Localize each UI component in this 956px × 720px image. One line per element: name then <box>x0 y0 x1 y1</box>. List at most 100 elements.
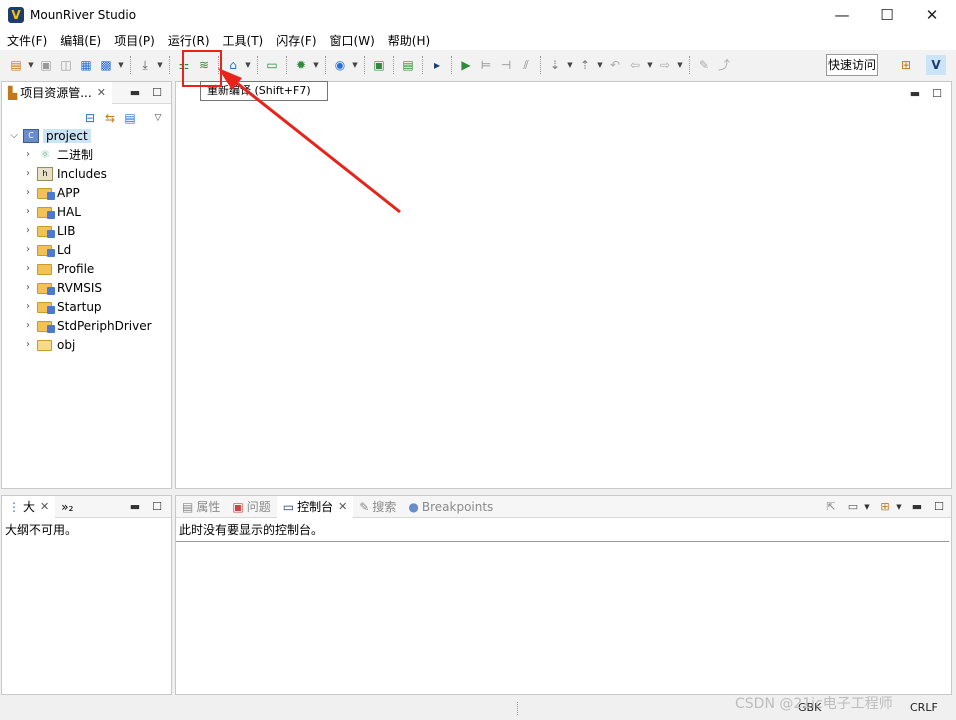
perspective-icon[interactable]: V <box>926 55 946 75</box>
menu-help[interactable]: 帮助(H) <box>388 32 430 49</box>
new-dropdown-icon[interactable]: ▼ <box>27 56 35 74</box>
collapse-all-icon[interactable]: ⊟ <box>81 109 99 127</box>
menu-tools[interactable]: 工具(T) <box>223 32 264 49</box>
minimize-icon[interactable]: ▬ <box>909 499 925 515</box>
chevron-right-icon[interactable]: › <box>22 301 34 312</box>
align-left-icon[interactable]: ⊨ <box>477 56 495 74</box>
tab-console[interactable]: ▭ 控制台 ✕ <box>276 495 354 518</box>
close-icon[interactable]: ✕ <box>40 500 49 513</box>
lock-icon[interactable]: ▤ <box>399 56 417 74</box>
search-dropdown-icon[interactable]: ▼ <box>351 56 359 74</box>
forward-icon[interactable]: ⇨ <box>656 56 674 74</box>
close-icon[interactable]: ✕ <box>338 500 347 513</box>
chevron-right-icon[interactable]: › <box>22 263 34 274</box>
chevron-right-icon[interactable]: › <box>22 282 34 293</box>
open-console-icon[interactable]: ⊞ <box>877 499 893 515</box>
open-dropdown-icon[interactable]: ▼ <box>895 499 903 515</box>
grid-dropdown-icon[interactable]: ▼ <box>117 56 125 74</box>
download-icon[interactable]: ⤓ <box>136 56 154 74</box>
tab-project-explorer[interactable]: ▙ 项目资源管... ✕ <box>2 81 112 104</box>
filter-icon[interactable]: ▤ <box>121 109 139 127</box>
tab-breakpoints[interactable]: ● Breakpoints <box>402 496 499 518</box>
menu-file[interactable]: 文件(F) <box>7 32 47 49</box>
more-views-tab[interactable]: »₂ <box>55 496 79 518</box>
tab-search[interactable]: ✎ 搜索 <box>353 496 402 518</box>
tree-row-includes[interactable]: › h Includes <box>2 164 171 183</box>
chip-icon[interactable]: ▣ <box>370 56 388 74</box>
new-icon[interactable]: ▤ <box>7 56 25 74</box>
next-annotation-dropdown-icon[interactable]: ▼ <box>566 56 574 74</box>
open-perspective-icon[interactable]: ⊞ <box>897 56 915 74</box>
console-icon[interactable]: ▸ <box>428 56 446 74</box>
maximize-icon[interactable]: ☐ <box>929 86 945 102</box>
prev-annotation-dropdown-icon[interactable]: ▼ <box>596 56 604 74</box>
flash-icon[interactable]: ⌂ <box>224 56 242 74</box>
tree-row-hal[interactable]: › HAL <box>2 202 171 221</box>
chevron-right-icon[interactable]: › <box>22 225 34 236</box>
pin-icon[interactable]: ✎ <box>695 56 713 74</box>
flash-dropdown-icon[interactable]: ▼ <box>244 56 252 74</box>
save-icon[interactable]: ▣ <box>37 56 55 74</box>
forward-dropdown-icon[interactable]: ▼ <box>676 56 684 74</box>
tab-outline[interactable]: ⋮ 大 ✕ <box>2 495 56 518</box>
pin-console-icon[interactable]: ⇱ <box>823 499 839 515</box>
minimize-icon[interactable]: ▬ <box>127 85 143 101</box>
close-button[interactable]: ✕ <box>909 0 955 30</box>
menu-edit[interactable]: 编辑(E) <box>60 32 101 49</box>
maximize-button[interactable]: ☐ <box>864 0 910 30</box>
tree-row-stdperiphdriver[interactable]: › StdPeriphDriver <box>2 316 171 335</box>
tree-row-obj[interactable]: › obj <box>2 335 171 354</box>
download-dropdown-icon[interactable]: ▼ <box>156 56 164 74</box>
tree-row-project[interactable]: ⌵ C project <box>2 126 171 145</box>
menu-window[interactable]: 窗口(W) <box>330 32 375 49</box>
tree-row-lib[interactable]: › LIB <box>2 221 171 240</box>
tab-properties[interactable]: ▤ 属性 <box>176 496 226 518</box>
menu-project[interactable]: 项目(P) <box>114 32 155 49</box>
terminal-icon[interactable]: ▭ <box>263 56 281 74</box>
align-right-icon[interactable]: ⊣ <box>497 56 515 74</box>
minimize-button[interactable]: — <box>819 0 865 30</box>
menu-flash[interactable]: 闪存(F) <box>276 32 316 49</box>
quick-access-button[interactable]: 快速访问 <box>826 54 878 76</box>
calendar-icon[interactable]: ▦ <box>77 56 95 74</box>
run-icon[interactable]: ▶ <box>457 56 475 74</box>
chevron-right-icon[interactable]: › <box>22 339 34 350</box>
tab-problems[interactable]: ▣ 问题 <box>226 496 276 518</box>
tree-row-app[interactable]: › APP <box>2 183 171 202</box>
maximize-icon[interactable]: ☐ <box>931 499 947 515</box>
tree-row-rvmsis[interactable]: › RVMSIS <box>2 278 171 297</box>
close-icon[interactable]: ✕ <box>97 86 106 99</box>
grid-icon[interactable]: ▩ <box>97 56 115 74</box>
search-icon[interactable]: ◉ <box>331 56 349 74</box>
tree-row-ld[interactable]: › Ld <box>2 240 171 259</box>
debug-icon[interactable]: ✹ <box>292 56 310 74</box>
link-icon[interactable]: ⤴ <box>715 56 733 74</box>
back-dropdown-icon[interactable]: ▼ <box>646 56 654 74</box>
tree-row-profile[interactable]: › Profile <box>2 259 171 278</box>
next-annotation-icon[interactable]: ⇣ <box>546 56 564 74</box>
minimize-icon[interactable]: ▬ <box>127 499 143 515</box>
tree-row-binaries[interactable]: › ⚛ 二进制 <box>2 145 171 164</box>
link-editor-icon[interactable]: ⇆ <box>101 109 119 127</box>
chevron-right-icon[interactable]: › <box>22 320 34 331</box>
maximize-icon[interactable]: ☐ <box>149 85 165 101</box>
expand-down-icon[interactable]: ⌵ <box>8 130 20 141</box>
chevron-right-icon[interactable]: › <box>22 244 34 255</box>
format-icon[interactable]: ⫽ <box>517 56 535 74</box>
chevron-right-icon[interactable]: › <box>22 168 34 179</box>
view-menu-icon[interactable]: ▽ <box>154 109 162 127</box>
display-console-icon[interactable]: ▭ <box>845 499 861 515</box>
prev-annotation-icon[interactable]: ⇡ <box>576 56 594 74</box>
minimize-icon[interactable]: ▬ <box>907 86 923 102</box>
line-ending-status[interactable]: CRLF <box>910 701 938 714</box>
display-dropdown-icon[interactable]: ▼ <box>863 499 871 515</box>
maximize-icon[interactable]: ☐ <box>149 499 165 515</box>
tree-row-startup[interactable]: › Startup <box>2 297 171 316</box>
last-edit-icon[interactable]: ↶ <box>606 56 624 74</box>
back-icon[interactable]: ⇦ <box>626 56 644 74</box>
editor-area[interactable]: ▬ ☐ <box>175 81 952 489</box>
debug-dropdown-icon[interactable]: ▼ <box>312 56 320 74</box>
save-all-icon[interactable]: ◫ <box>57 56 75 74</box>
chevron-right-icon[interactable]: › <box>22 149 34 160</box>
chevron-right-icon[interactable]: › <box>22 187 34 198</box>
